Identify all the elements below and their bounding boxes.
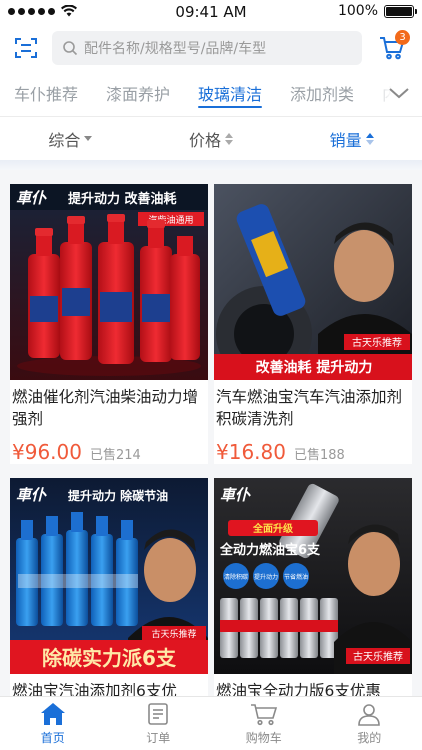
scan-button[interactable] bbox=[12, 34, 40, 62]
tab-glass-cleaning[interactable]: 玻璃清洁 bbox=[184, 72, 276, 114]
bottom-tab-bar: 首页 订单 购物车 我的 bbox=[0, 696, 422, 750]
tab-additives[interactable]: 添加剂类 bbox=[276, 72, 368, 114]
svg-text:古天乐推荐: 古天乐推荐 bbox=[352, 336, 402, 349]
price-row: ¥96.00 已售214 bbox=[10, 430, 208, 464]
sort-price[interactable]: 价格 bbox=[141, 127, 282, 151]
caret-down-icon bbox=[84, 135, 93, 141]
product-title: 燃油宝汽油添加剂6支优 bbox=[12, 682, 177, 696]
expand-categories-button[interactable] bbox=[376, 72, 422, 114]
sold-count: 已售214 bbox=[89, 448, 141, 463]
sort-comprehensive[interactable]: 综合 bbox=[0, 127, 141, 151]
product-title: 燃油宝全动力版6支优惠 bbox=[216, 682, 381, 696]
search-icon bbox=[63, 41, 78, 56]
sold-count: 已售188 bbox=[293, 448, 345, 463]
svg-text:改善油耗 提升动力: 改善油耗 提升动力 bbox=[256, 359, 373, 376]
svg-text:古天乐推荐: 古天乐推荐 bbox=[151, 628, 196, 640]
tabbar-orders[interactable]: 订单 bbox=[106, 697, 212, 750]
product-card[interactable]: 改善油耗 提升动力 古天乐推荐 汽车燃油宝汽车汽油添加剂积碳清洗剂 ¥16.80… bbox=[214, 184, 412, 464]
svg-text:古天乐推荐: 古天乐推荐 bbox=[353, 650, 403, 663]
divider bbox=[0, 160, 422, 170]
product-image: 車仆 提升动力 除碳节油 古天乐推荐 除碳实力派6支 bbox=[10, 478, 208, 674]
battery-area: 100% bbox=[337, 3, 417, 19]
search-input[interactable]: 配件名称/规格型号/品牌/车型 bbox=[52, 31, 362, 65]
tabbar-home[interactable]: 首页 bbox=[0, 697, 106, 750]
tabbar-profile[interactable]: 我的 bbox=[317, 697, 422, 750]
cart-count-badge: 3 bbox=[395, 30, 410, 45]
cart-button[interactable]: 3 bbox=[374, 30, 410, 66]
price-row: ¥16.80 已售188 bbox=[214, 430, 412, 464]
wifi-icon bbox=[61, 5, 77, 17]
category-tabs: 车仆推荐 漆面养护 玻璃清洁 添加剂类 内 bbox=[0, 72, 422, 114]
home-icon bbox=[40, 702, 65, 725]
sort-price-label: 价格 bbox=[189, 130, 222, 150]
chevron-down-icon bbox=[389, 88, 409, 99]
svg-text:提升动力: 提升动力 bbox=[254, 573, 278, 581]
sort-sales[interactable]: 销量 bbox=[281, 127, 422, 151]
clock: 09:41 AM bbox=[175, 3, 247, 21]
battery-percent: 100% bbox=[337, 3, 378, 19]
svg-text:提升动力 改善油耗: 提升动力 改善油耗 bbox=[68, 191, 177, 207]
scan-icon bbox=[15, 38, 37, 58]
product-card[interactable]: 車仆 全面升级 全动力燃油宝6支 清除积碳 提升动力 节省燃油 古天乐推荐 燃油… bbox=[214, 478, 412, 696]
signal-area bbox=[8, 5, 77, 17]
search-placeholder: 配件名称/规格型号/品牌/车型 bbox=[84, 41, 267, 57]
tabbar-orders-label: 订单 bbox=[146, 730, 171, 745]
battery-icon bbox=[384, 4, 417, 18]
svg-text:車仆: 車仆 bbox=[220, 486, 251, 504]
search-header: 配件名称/规格型号/品牌/车型 3 bbox=[0, 26, 422, 70]
product-image: 車仆 全面升级 全动力燃油宝6支 清除积碳 提升动力 节省燃油 古天乐推荐 bbox=[214, 478, 412, 674]
product-title: 汽车燃油宝汽车汽油添加剂积碳清洗剂 bbox=[216, 388, 403, 428]
tabbar-profile-label: 我的 bbox=[357, 730, 382, 745]
sort-comprehensive-label: 综合 bbox=[48, 130, 81, 150]
svg-text:車仆: 車仆 bbox=[16, 486, 47, 504]
product-card[interactable]: 車仆 提升动力 改善油耗 汽柴油通用 燃油催化剂汽油柴油动力增强剂 ¥96.00… bbox=[10, 184, 208, 464]
svg-text:全动力燃油宝6支: 全动力燃油宝6支 bbox=[219, 542, 321, 558]
product-price: ¥16.80 bbox=[216, 440, 286, 464]
product-title: 燃油催化剂汽油柴油动力增强剂 bbox=[12, 388, 199, 428]
order-icon bbox=[148, 702, 169, 725]
tab-recommended[interactable]: 车仆推荐 bbox=[0, 72, 92, 114]
tabbar-home-label: 首页 bbox=[40, 730, 65, 745]
sort-bar: 综合 价格 销量 bbox=[0, 116, 422, 160]
profile-icon bbox=[358, 703, 381, 726]
product-card[interactable]: 車仆 提升动力 除碳节油 古天乐推荐 除碳实力派6支 燃油宝汽油添加剂6支优 bbox=[10, 478, 208, 696]
sort-arrows-icon bbox=[225, 132, 234, 145]
tabbar-cart[interactable]: 购物车 bbox=[211, 697, 317, 750]
svg-text:除碳实力派6支: 除碳实力派6支 bbox=[42, 646, 177, 670]
sort-sales-label: 销量 bbox=[329, 130, 362, 150]
cart-icon bbox=[250, 703, 277, 725]
svg-text:車仆: 車仆 bbox=[16, 189, 47, 207]
sort-arrows-icon bbox=[365, 132, 374, 145]
svg-text:节省燃油: 节省燃油 bbox=[284, 573, 308, 581]
product-image: 車仆 提升动力 改善油耗 汽柴油通用 bbox=[10, 184, 208, 380]
svg-text:清除积碳: 清除积碳 bbox=[224, 573, 248, 581]
product-price: ¥96.00 bbox=[12, 440, 82, 464]
status-bar: 09:41 AM 100% bbox=[0, 0, 422, 22]
tab-paint-care[interactable]: 漆面养护 bbox=[92, 72, 184, 114]
svg-text:全面升级: 全面升级 bbox=[252, 522, 294, 535]
signal-strength-icon bbox=[8, 7, 55, 15]
product-image: 改善油耗 提升动力 古天乐推荐 bbox=[214, 184, 412, 380]
tabbar-cart-label: 购物车 bbox=[245, 730, 282, 745]
svg-text:提升动力 除碳节油: 提升动力 除碳节油 bbox=[68, 488, 168, 503]
product-grid: 車仆 提升动力 改善油耗 汽柴油通用 燃油催化剂汽油柴油动力增强剂 ¥96.00… bbox=[0, 170, 422, 696]
